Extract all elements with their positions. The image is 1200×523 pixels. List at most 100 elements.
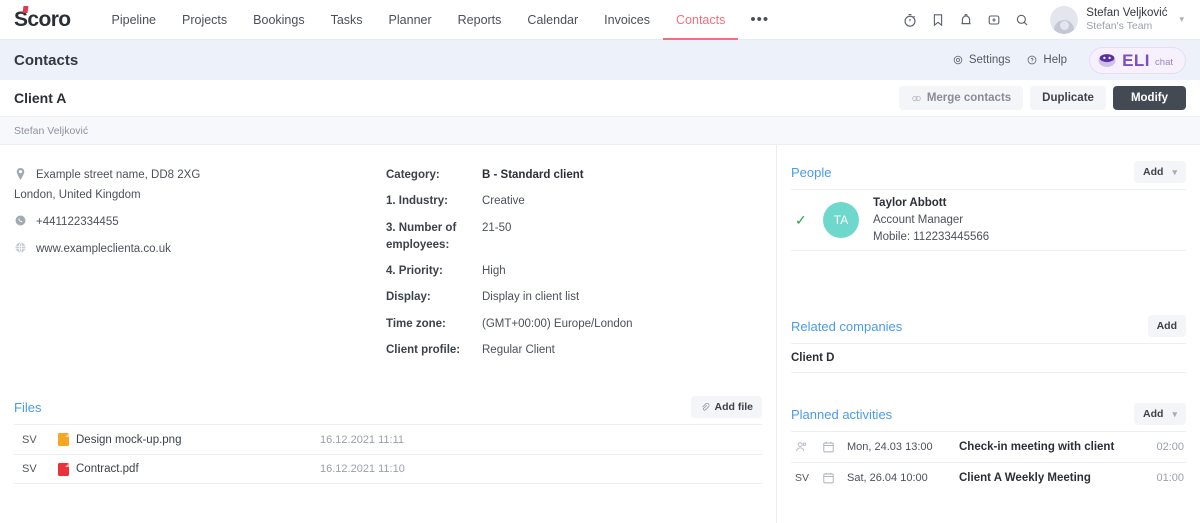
- subheader-actions: Settings Help ELI chat: [952, 46, 1186, 74]
- record-owner-byline: Stefan Veljković: [0, 117, 1200, 145]
- person-details: Taylor Abbott Account Manager Mobile: 11…: [873, 195, 989, 246]
- gear-icon: [953, 55, 963, 65]
- left-column: Example street name, DD8 2XG London, Uni…: [0, 145, 776, 523]
- related-company-row[interactable]: Client D: [791, 343, 1186, 373]
- field-value: Creative: [482, 195, 525, 208]
- bell-icon[interactable]: [952, 6, 980, 34]
- related-companies-section-header: Related companies Add: [791, 309, 1186, 343]
- chevron-down-icon: ▾: [1172, 166, 1177, 177]
- activity-duration: 02:00: [1156, 441, 1184, 453]
- add-activity-label: Add: [1143, 408, 1164, 420]
- eli-mascot-icon: [1098, 53, 1116, 67]
- right-column: People Add ▾ ✓ TA Taylor Abbott Account …: [776, 145, 1200, 523]
- scoro-logo[interactable]: Scoro: [14, 6, 71, 30]
- file-date: 16.12.2021 11:10: [320, 463, 405, 475]
- calendar-icon: [823, 472, 847, 484]
- contact-details-block: Example street name, DD8 2XG London, Uni…: [14, 167, 386, 368]
- field-label: 4. Priority:: [386, 265, 443, 277]
- merge-icon: [912, 95, 921, 101]
- nav-item-calendar[interactable]: Calendar: [514, 0, 591, 40]
- duplicate-button[interactable]: Duplicate: [1030, 86, 1106, 110]
- nav-item-projects[interactable]: Projects: [169, 0, 240, 40]
- files-section-header: Files Add file: [14, 390, 762, 424]
- field-value: High: [482, 265, 506, 277]
- phone-number[interactable]: +441122334455: [36, 214, 119, 231]
- nav-item-contacts[interactable]: Contacts: [663, 0, 738, 40]
- png-file-icon: [58, 433, 69, 446]
- user-name: Stefan Veljković: [1086, 6, 1168, 19]
- primary-nav-links: Pipeline Projects Bookings Tasks Planner…: [99, 0, 782, 40]
- field-row-priority: 4. Priority: High: [386, 263, 762, 280]
- person-checked-icon[interactable]: ✓: [791, 212, 823, 229]
- timer-icon[interactable]: [896, 6, 924, 34]
- add-related-company-button[interactable]: Add: [1147, 315, 1186, 337]
- merge-contacts-label: Merge contacts: [926, 92, 1012, 104]
- field-label: Display:: [386, 291, 431, 304]
- phone-icon: [14, 214, 27, 226]
- search-icon[interactable]: [1008, 6, 1036, 34]
- top-right-actions: Stefan Veljković Stefan's Team ▾: [896, 5, 1188, 34]
- file-date: 16.12.2021 11:11: [320, 433, 405, 446]
- merge-contacts-button[interactable]: Merge contacts: [898, 86, 1024, 110]
- person-row[interactable]: ✓ TA Taylor Abbott Account Manager Mobil…: [791, 189, 1186, 251]
- activity-row[interactable]: Mon, 24.03 13:00 Check-in meeting with c…: [791, 431, 1186, 462]
- field-row-industry: 1. Industry: Creative: [386, 193, 762, 210]
- add-file-button[interactable]: Add file: [690, 396, 762, 418]
- help-link[interactable]: Help: [1026, 54, 1067, 66]
- person-name: Taylor Abbott: [873, 196, 947, 209]
- settings-link[interactable]: Settings: [952, 54, 1010, 66]
- activity-date: Sat, 26.04 10:00: [847, 472, 928, 484]
- field-value: (GMT+00:00) Europe/London: [482, 317, 633, 330]
- website-url[interactable]: www.exampleclienta.co.uk: [36, 241, 171, 258]
- nav-item-pipeline[interactable]: Pipeline: [99, 0, 169, 40]
- page-subheader: Contacts Settings Help ELI chat: [0, 40, 1200, 80]
- record-title: Client A: [14, 90, 67, 106]
- nav-item-tasks[interactable]: Tasks: [318, 0, 376, 40]
- files-title[interactable]: Files: [14, 400, 41, 415]
- field-value: Display in client list: [482, 291, 580, 304]
- user-team: Stefan's Team: [1086, 20, 1153, 33]
- modify-button[interactable]: Modify: [1112, 86, 1186, 110]
- file-name: Contract.pdf: [76, 463, 139, 475]
- file-uploader-initials: SV: [22, 463, 37, 475]
- user-menu[interactable]: Stefan Veljković Stefan's Team ▾: [1050, 5, 1188, 34]
- add-activity-button[interactable]: Add ▾: [1134, 403, 1186, 425]
- person-mobile: Mobile: 112233445566: [873, 230, 990, 243]
- nav-item-invoices[interactable]: Invoices: [591, 0, 663, 40]
- person-icon: [796, 442, 807, 452]
- file-uploader-initials: SV: [22, 433, 37, 446]
- nav-item-planner[interactable]: Planner: [376, 0, 445, 40]
- add-person-label: Add: [1143, 166, 1164, 178]
- person-role: Account Manager: [873, 213, 964, 226]
- related-companies-title[interactable]: Related companies: [791, 319, 902, 334]
- file-name-cell[interactable]: Design mock-up.png: [58, 433, 320, 446]
- files-section: Files Add file SV Design mock-up.png 16.…: [0, 390, 776, 484]
- field-row-time-zone: Time zone: (GMT+00:00) Europe/London: [386, 316, 762, 333]
- chevron-down-icon[interactable]: ▾: [1179, 14, 1184, 25]
- nav-more-icon[interactable]: •••: [738, 0, 781, 40]
- file-row[interactable]: SV Contract.pdf 16.12.2021 11:10: [14, 454, 762, 484]
- add-person-button[interactable]: Add ▾: [1134, 161, 1186, 183]
- file-row[interactable]: SV Design mock-up.png 16.12.2021 11:11: [14, 424, 762, 454]
- avatar: [1050, 5, 1079, 34]
- chevron-down-icon: ▾: [1172, 408, 1177, 419]
- record-title-bar: Client A Merge contacts Duplicate Modify: [0, 80, 1200, 117]
- planned-activities-title[interactable]: Planned activities: [791, 407, 892, 422]
- field-row-display: Display: Display in client list: [386, 289, 762, 306]
- nav-item-bookings[interactable]: Bookings: [240, 0, 317, 40]
- related-companies-section: Related companies Add Client D: [777, 309, 1200, 373]
- phone-line: +441122334455: [14, 214, 386, 231]
- people-title[interactable]: People: [791, 165, 831, 180]
- field-label: 3. Number of employees:: [386, 221, 457, 251]
- plus-square-icon[interactable]: [980, 6, 1008, 34]
- file-name-cell[interactable]: Contract.pdf: [58, 462, 320, 476]
- website-line: www.exampleclienta.co.uk: [14, 241, 386, 258]
- bookmark-icon[interactable]: [924, 6, 952, 34]
- nav-item-reports[interactable]: Reports: [445, 0, 515, 40]
- eli-chat-button[interactable]: ELI chat: [1089, 46, 1186, 74]
- person-avatar: TA: [823, 202, 859, 238]
- field-label: Client profile:: [386, 343, 461, 356]
- activity-row[interactable]: SV Sat, 26.04 10:00 Client A Weekly Meet…: [791, 462, 1186, 493]
- field-value: Regular Client: [482, 343, 555, 356]
- planned-activities-section: Planned activities Add ▾ Mon, 24.03 13:0…: [777, 397, 1200, 493]
